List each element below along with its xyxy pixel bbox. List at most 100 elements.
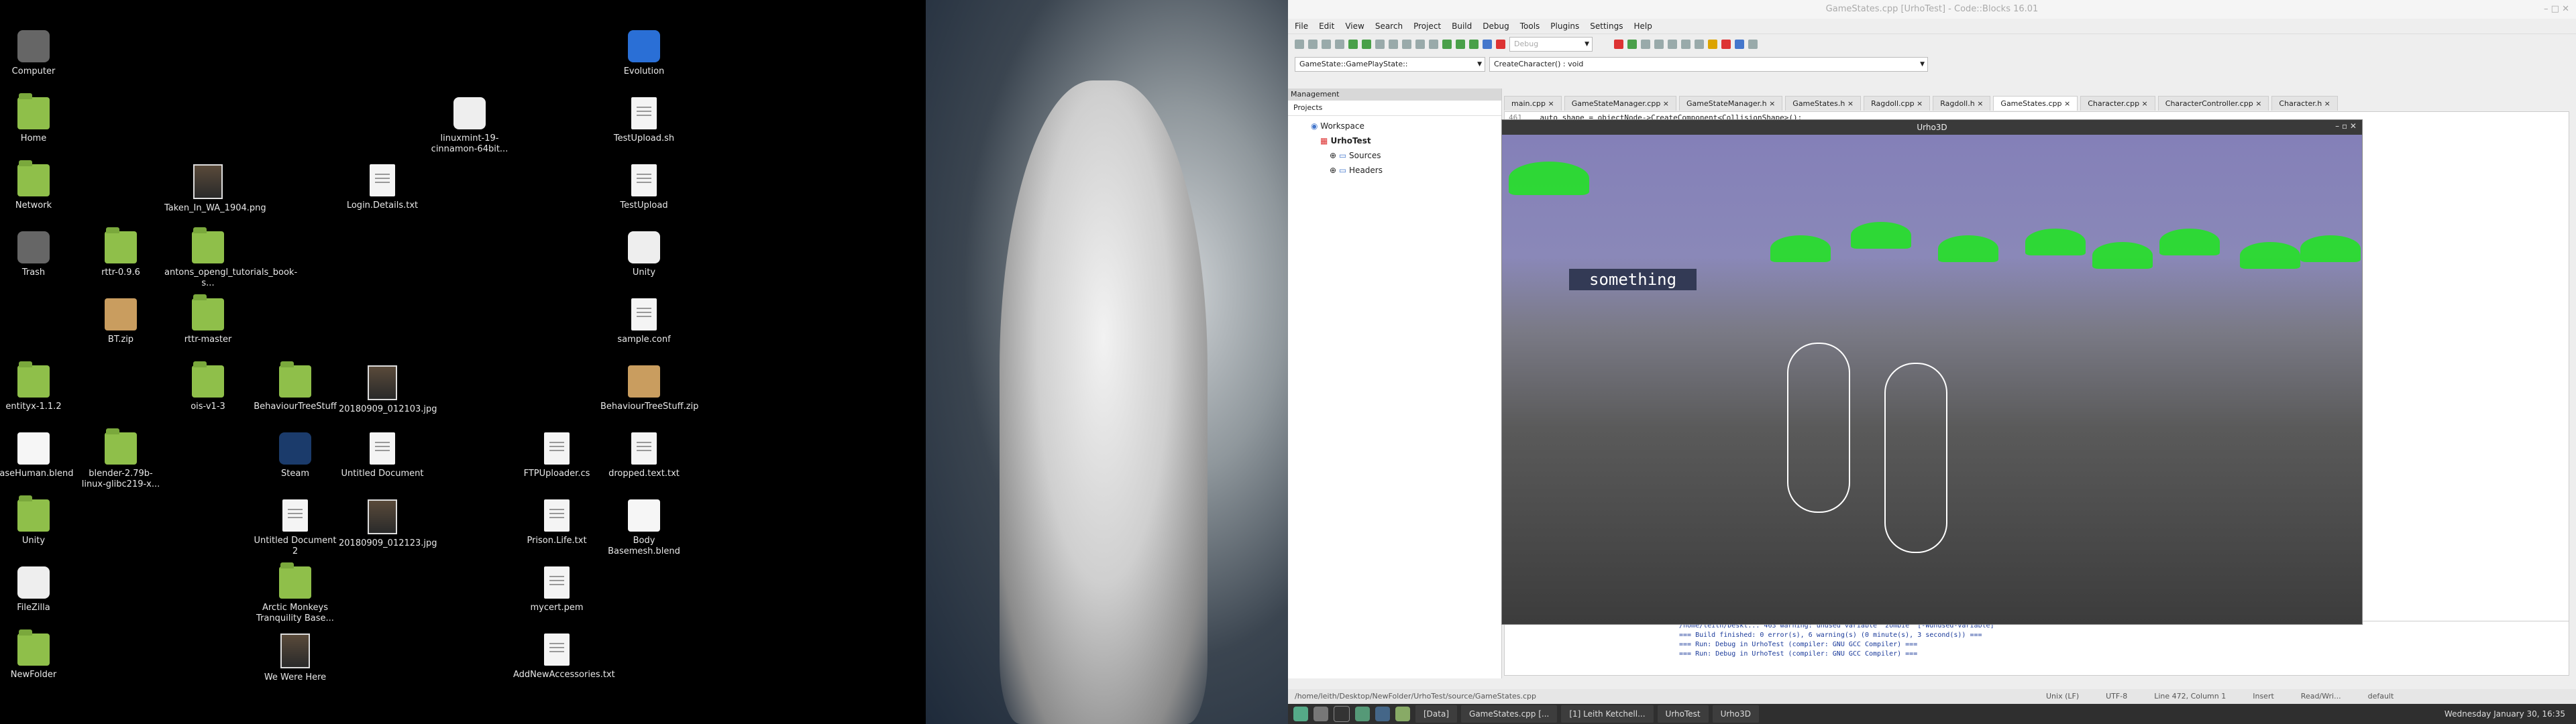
desktop-icon[interactable]: 20180909_012103.jpg bbox=[339, 365, 437, 415]
close-icon[interactable]: × bbox=[1975, 99, 1983, 108]
window-controls[interactable]: – □ ✕ bbox=[2544, 4, 2569, 14]
menu-item-build[interactable]: Build bbox=[1452, 21, 1472, 31]
editor-tab[interactable]: Ragdoll.cpp × bbox=[1864, 96, 1931, 111]
desktop-icon[interactable]: 20180909_012123.jpg bbox=[339, 499, 437, 549]
desktop-icon[interactable]: Taken_In_WA_1904.png bbox=[164, 164, 266, 214]
desktop-icon[interactable]: mycert.pem bbox=[513, 566, 600, 613]
desktop-icon[interactable]: BaseHuman.blend bbox=[0, 432, 77, 479]
save-icon[interactable] bbox=[1322, 40, 1331, 49]
desktop-icon[interactable]: linuxmint-19-cinnamon-64bit... bbox=[426, 97, 513, 155]
desktop-icon[interactable]: ois-v1-3 bbox=[164, 361, 252, 412]
editor-tab[interactable]: GameStates.h × bbox=[1785, 96, 1862, 111]
desktop-icon[interactable]: Prison.Life.txt bbox=[513, 499, 600, 546]
folder-icon[interactable] bbox=[1395, 707, 1410, 721]
stop-debug-icon[interactable] bbox=[1721, 40, 1731, 49]
desktop-icon[interactable]: FTPUploader.cs bbox=[513, 432, 600, 479]
desktop-icon[interactable]: Network bbox=[0, 160, 77, 211]
run-icon[interactable] bbox=[1456, 40, 1465, 49]
redo-icon[interactable] bbox=[1362, 40, 1371, 49]
editor-tab[interactable]: GameStateManager.h × bbox=[1679, 96, 1783, 111]
menu-item-view[interactable]: View bbox=[1345, 21, 1364, 31]
menu-item-plugins[interactable]: Plugins bbox=[1550, 21, 1579, 31]
desktop-icon[interactable]: Evolution bbox=[600, 30, 688, 77]
editor-tab[interactable]: GameStates.cpp × bbox=[1993, 96, 2078, 111]
step-out-icon[interactable] bbox=[1668, 40, 1677, 49]
desktop-icon[interactable]: TestUpload bbox=[600, 164, 688, 211]
clock[interactable]: Wednesday January 30, 16:35 bbox=[2445, 709, 2576, 719]
text-editor-icon[interactable] bbox=[1355, 707, 1370, 721]
next-line-icon[interactable] bbox=[1641, 40, 1650, 49]
menu-item-project[interactable]: Project bbox=[1413, 21, 1441, 31]
desktop-icon[interactable]: entityx-1.1.2 bbox=[0, 361, 77, 412]
function-select[interactable]: CreateCharacter() : void ▼ bbox=[1489, 57, 1928, 72]
menu-item-edit[interactable]: Edit bbox=[1319, 21, 1334, 31]
close-icon[interactable]: × bbox=[2139, 99, 2148, 108]
scope-select[interactable]: GameState::GamePlayState:: ▼ bbox=[1295, 57, 1485, 72]
editor-tab[interactable]: GameStateManager.cpp × bbox=[1564, 96, 1677, 111]
desktop-icon[interactable]: sample.conf bbox=[600, 298, 688, 345]
desktop-icon[interactable]: BehaviourTreeStuff.zip bbox=[600, 365, 698, 412]
copy-icon[interactable] bbox=[1389, 40, 1398, 49]
taskbar-task[interactable]: Urho3D bbox=[1712, 705, 1759, 723]
taskbar-task[interactable]: [1] Leith Ketchell... bbox=[1561, 705, 1654, 723]
expand-icon[interactable]: ⊕ bbox=[1330, 151, 1339, 160]
tree-item-sources[interactable]: ⊕ ▭ Sources bbox=[1301, 148, 1501, 163]
game-viewport[interactable]: something bbox=[1502, 135, 2362, 624]
desktop-icon[interactable]: We Were Here bbox=[252, 634, 339, 683]
undo-icon[interactable] bbox=[1348, 40, 1358, 49]
desktop-icon[interactable]: rttr-0.9.6 bbox=[77, 227, 164, 278]
run-to-cursor-icon[interactable] bbox=[1627, 40, 1637, 49]
desktop-icon[interactable]: Home bbox=[0, 93, 77, 144]
desktop-icon[interactable]: Unity bbox=[0, 495, 77, 546]
menu-item-file[interactable]: File bbox=[1295, 21, 1308, 31]
menu-icon[interactable] bbox=[1293, 707, 1308, 721]
desktop-icon[interactable]: Untitled Document bbox=[339, 432, 426, 479]
desktop-icon[interactable]: FileZilla bbox=[0, 566, 77, 613]
build-target-select[interactable]: Debug ▼ bbox=[1509, 37, 1593, 52]
debug-icon[interactable] bbox=[1614, 40, 1623, 49]
taskbar-task[interactable]: GameStates.cpp [... bbox=[1461, 705, 1558, 723]
taskbar-task[interactable]: UrhoTest bbox=[1657, 705, 1709, 723]
desktop-icon[interactable]: dropped.text.txt bbox=[600, 432, 688, 479]
debug-windows-icon[interactable] bbox=[1735, 40, 1744, 49]
new-file-icon[interactable] bbox=[1295, 40, 1304, 49]
open-icon[interactable] bbox=[1308, 40, 1318, 49]
terminal-icon[interactable] bbox=[1334, 706, 1350, 722]
editor-tab[interactable]: CharacterController.cpp × bbox=[2157, 96, 2269, 111]
menu-item-settings[interactable]: Settings bbox=[1590, 21, 1623, 31]
desktop-icon[interactable]: TestUpload.sh bbox=[600, 97, 688, 144]
desktop-icon[interactable]: rttr-master bbox=[164, 294, 252, 345]
tree-item-workspace[interactable]: ◉ Workspace bbox=[1301, 119, 1501, 133]
step-into-icon[interactable] bbox=[1654, 40, 1664, 49]
step-instruction-icon[interactable] bbox=[1695, 40, 1704, 49]
close-icon[interactable]: × bbox=[2062, 99, 2070, 108]
desktop-icon[interactable]: AddNewAccessories.txt bbox=[513, 634, 615, 680]
break-icon[interactable] bbox=[1708, 40, 1717, 49]
build-run-icon[interactable] bbox=[1469, 40, 1479, 49]
editor-tab[interactable]: main.cpp × bbox=[1504, 96, 1562, 111]
menu-item-tools[interactable]: Tools bbox=[1520, 21, 1540, 31]
close-icon[interactable]: × bbox=[1546, 99, 1554, 108]
editor-tab[interactable]: Character.cpp × bbox=[2080, 96, 2155, 111]
menu-item-debug[interactable]: Debug bbox=[1483, 21, 1509, 31]
save-all-icon[interactable] bbox=[1335, 40, 1344, 49]
close-icon[interactable]: × bbox=[1767, 99, 1775, 108]
close-icon[interactable]: × bbox=[2322, 99, 2330, 108]
menu-item-help[interactable]: Help bbox=[1633, 21, 1652, 31]
desktop-icon[interactable]: Steam bbox=[252, 432, 339, 479]
abort-icon[interactable] bbox=[1496, 40, 1505, 49]
menu-item-search[interactable]: Search bbox=[1375, 21, 1403, 31]
editor-tab[interactable]: Character.h × bbox=[2271, 96, 2338, 111]
desktop-icon[interactable]: Login.Details.txt bbox=[339, 164, 426, 211]
paste-icon[interactable] bbox=[1402, 40, 1411, 49]
desktop-icon[interactable]: Unity bbox=[600, 231, 688, 278]
desktop-icon[interactable]: BT.zip bbox=[77, 298, 164, 345]
expand-icon[interactable]: ⊕ bbox=[1330, 166, 1339, 175]
urho3d-window[interactable]: Urho3D – ▫ ✕ something bbox=[1501, 119, 2363, 625]
desktop-icon[interactable]: Computer bbox=[0, 30, 77, 77]
desktop-icon[interactable]: Arctic Monkeys Tranquility Base... bbox=[252, 562, 339, 624]
taskbar-task[interactable]: [Data] bbox=[1415, 705, 1458, 723]
desktop-icon[interactable]: Body Basemesh.blend bbox=[600, 499, 688, 557]
close-icon[interactable]: × bbox=[1845, 99, 1854, 108]
info-icon[interactable] bbox=[1748, 40, 1758, 49]
